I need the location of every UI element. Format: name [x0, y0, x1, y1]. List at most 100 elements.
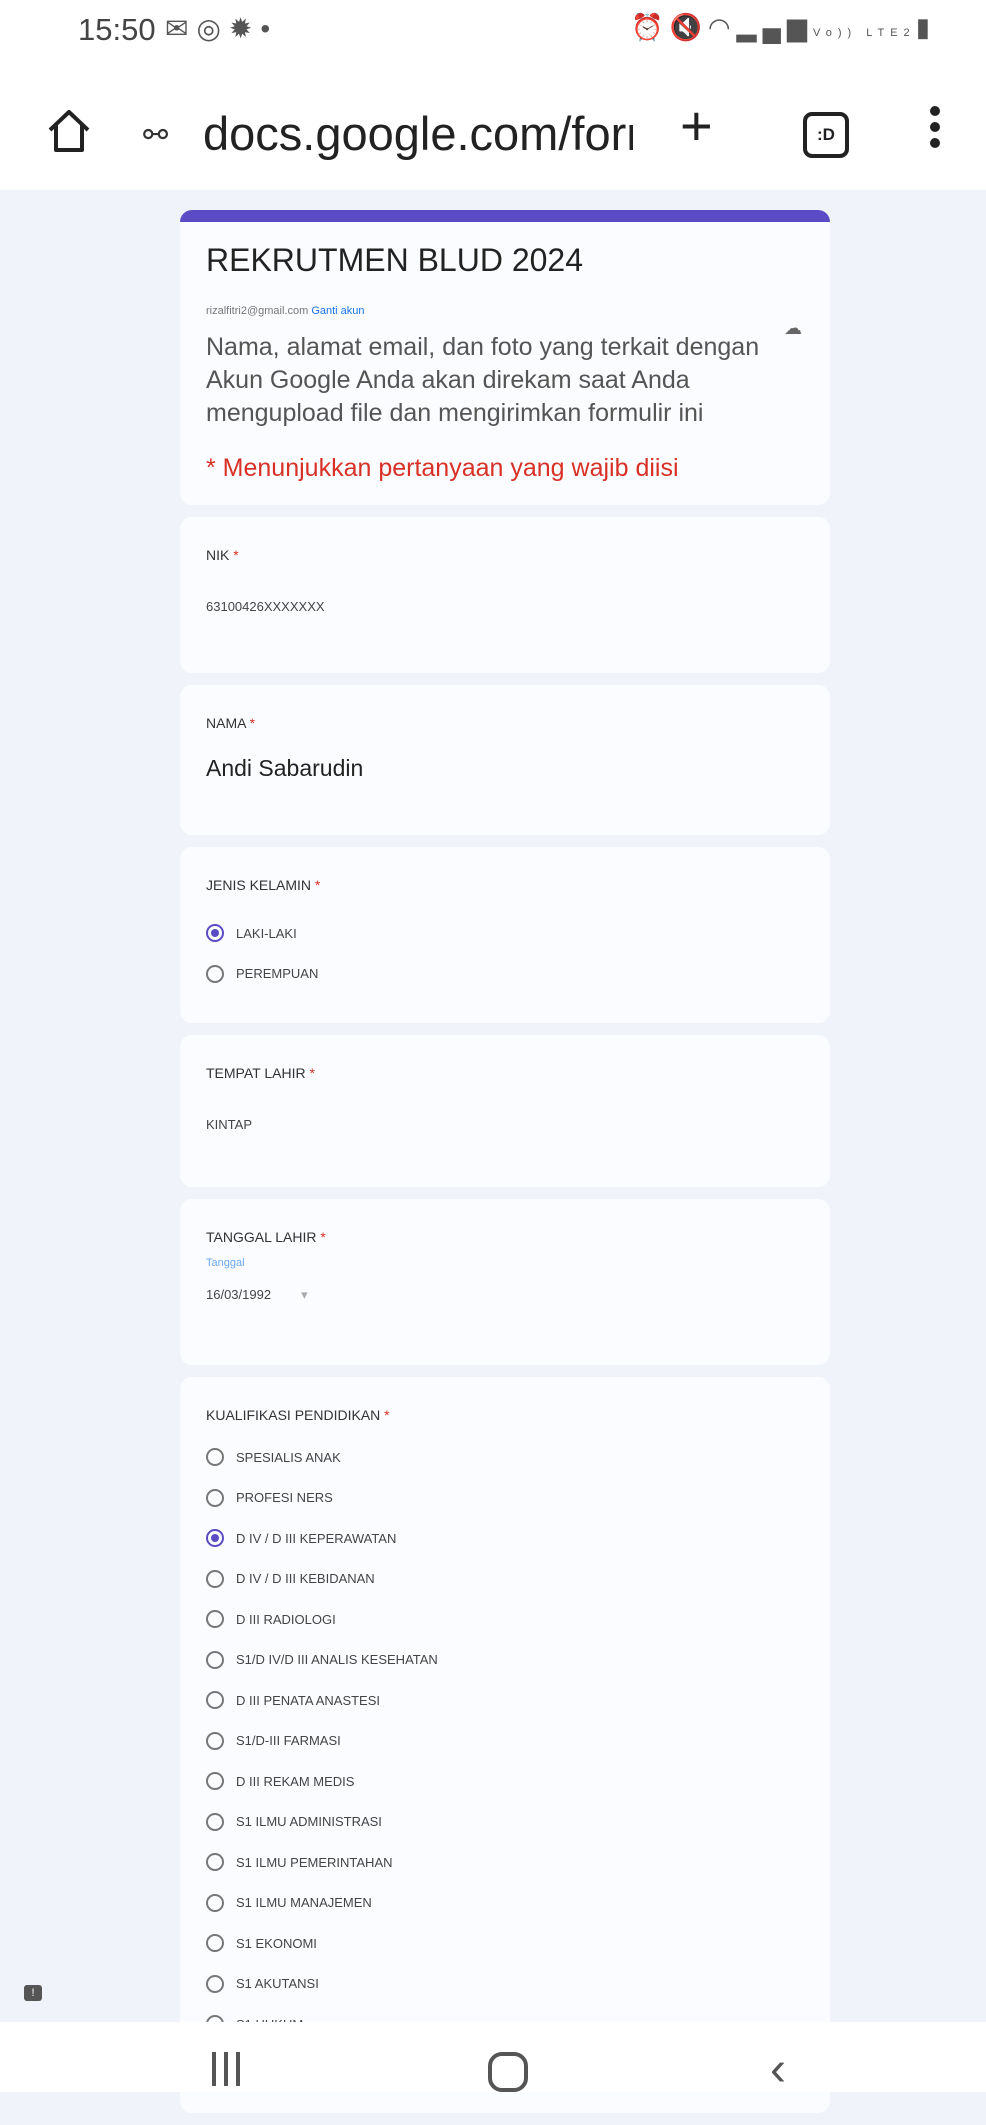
radio-option[interactable]: S1/D IV/D III ANALIS KESEHATAN [206, 1640, 804, 1681]
question-label: NIK * [206, 547, 239, 563]
radio-button[interactable] [206, 964, 224, 983]
radio-button[interactable] [206, 1569, 224, 1588]
radio-label: S1/D-III FARMASI [236, 1733, 341, 1749]
radio-label: S1 ILMU MANAJEMEN [236, 1895, 372, 1911]
radio-button[interactable] [206, 1529, 224, 1548]
question-label: TEMPAT LAHIR * [206, 1065, 315, 1081]
radio-label: SPESIALIS ANAK [236, 1449, 341, 1465]
radio-label: S1/D IV/D III ANALIS KESEHATAN [236, 1652, 438, 1668]
date-caption: Tanggal [206, 1257, 245, 1269]
radio-option[interactable]: D III RADIOLOGI [206, 1599, 804, 1640]
radio-label: S1 ILMU ADMINISTRASI [236, 1814, 382, 1830]
alarm-icon: ⏰ [631, 12, 670, 42]
account-line: rizalfitri2@gmail.com Ganti akun [206, 305, 804, 317]
question-kualifikasi: KUALIFIKASI PENDIDIKAN * SPESIALIS ANAK P… [180, 1377, 830, 2113]
question-label: NAMA * [206, 715, 256, 731]
instagram-icon: ◎ [196, 13, 229, 44]
home-icon[interactable] [44, 106, 94, 156]
battery-icon: ▮ [915, 12, 936, 42]
volte-icon: Vo)) LTE2 [812, 27, 916, 39]
form-header-card: REKRUTMEN BLUD 2024 rizalfitri2@gmail.co… [180, 210, 830, 505]
question-jenis-kelamin: JENIS KELAMIN * LAKI-LAKI PEREMPUAN [180, 847, 830, 1023]
radio-label: D III RADIOLOGI [236, 1611, 336, 1627]
mute-icon: 🔇 [669, 12, 708, 42]
radio-button[interactable] [206, 1893, 224, 1912]
nik-input[interactable]: 63100426XXXXXXX [206, 599, 804, 614]
kualifikasi-options: SPESIALIS ANAK PROFESI NERS D IV / D III K… [206, 1437, 804, 2085]
radio-button[interactable] [206, 1691, 224, 1710]
app-icon: ✹ [228, 13, 261, 44]
switch-account-link[interactable]: Ganti akun [311, 305, 364, 317]
radio-option[interactable]: SPESIALIS ANAK [206, 1437, 804, 1478]
date-input[interactable]: 16/03/1992 ▾ [206, 1287, 804, 1303]
tab-switcher-button[interactable]: :D [803, 112, 849, 158]
radio-label: S1 ILMU PEMERINTAHAN [236, 1854, 393, 1870]
radio-button[interactable] [206, 1934, 224, 1953]
question-label: JENIS KELAMIN * [206, 877, 321, 893]
radio-button[interactable] [206, 1650, 224, 1669]
more-menu-icon[interactable] [925, 102, 945, 162]
radio-label: D III REKAM MEDIS [236, 1773, 355, 1789]
mail-icon: ✉ [165, 13, 197, 44]
required-note: * Menunjukkan pertanyaan yang wajib diis… [206, 454, 679, 482]
radio-option[interactable]: S1 ILMU PEMERINTAHAN [206, 1842, 804, 1883]
system-icons: ⏰🔇◠▂▄▆Vo)) LTE2▮ [631, 12, 936, 43]
radio-option[interactable]: S1 EKONOMI [206, 1923, 804, 1964]
radio-label: S1 AKUTANSI [236, 1976, 319, 1992]
question-tempat-lahir: TEMPAT LAHIR * KINTAP [180, 1035, 830, 1187]
question-label: KUALIFIKASI PENDIDIKAN * [206, 1407, 390, 1423]
radio-option[interactable]: LAKI-LAKI [206, 913, 804, 954]
radio-option[interactable]: S1 ILMU ADMINISTRASI [206, 1802, 804, 1843]
question-nama: NAMA * Andi Sabarudin [180, 685, 830, 835]
question-label: TANGGAL LAHIR * [206, 1229, 326, 1245]
radio-option[interactable]: S1 ILMU MANAJEMEN [206, 1883, 804, 1924]
form-container: REKRUTMEN BLUD 2024 rizalfitri2@gmail.co… [180, 210, 830, 2125]
status-time: 15:50 [78, 12, 156, 47]
radio-button[interactable] [206, 1772, 224, 1791]
radio-option[interactable]: S1/D-III FARMASI [206, 1721, 804, 1762]
privacy-note: Nama, alamat email, dan foto yang terkai… [206, 333, 760, 427]
radio-option[interactable]: PROFESI NERS [206, 1478, 804, 1519]
notification-icons: ✉◎✹• [165, 12, 278, 45]
radio-label: D IV / D III KEPERAWATAN [236, 1530, 397, 1546]
radio-option[interactable]: PEREMPUAN [206, 954, 804, 995]
feedback-icon[interactable]: ! [24, 1985, 42, 2001]
radio-option[interactable]: D IV / D III KEBIDANAN [206, 1559, 804, 1600]
radio-button[interactable] [206, 1853, 224, 1872]
radio-label: S1 EKONOMI [236, 1935, 317, 1951]
url-bar[interactable]: docs.google.com/form [203, 106, 633, 161]
radio-button[interactable] [206, 1448, 224, 1467]
browser-toolbar: ⚯ docs.google.com/form + :D [0, 80, 986, 190]
radio-option[interactable]: D IV / D III KEPERAWATAN [206, 1518, 804, 1559]
radio-label: D IV / D III KEBIDANAN [236, 1571, 375, 1587]
signal-icon: ▂▄▆ [736, 12, 813, 42]
wifi-icon: ◠ [707, 12, 737, 42]
back-button[interactable]: ‹ [770, 2042, 786, 2097]
radio-button[interactable] [206, 924, 224, 943]
form-title: REKRUTMEN BLUD 2024 [206, 242, 583, 278]
nama-input[interactable]: Andi Sabarudin [206, 755, 804, 782]
navigation-bar: ‹ [0, 2022, 986, 2096]
radio-button[interactable] [206, 1812, 224, 1831]
home-button[interactable] [488, 2052, 528, 2092]
dropdown-icon: ▾ [301, 1287, 308, 1302]
question-tanggal-lahir: TANGGAL LAHIR * Tanggal 16/03/1992 ▾ [180, 1199, 830, 1365]
radio-button[interactable] [206, 1731, 224, 1750]
radio-label: PROFESI NERS [236, 1490, 333, 1506]
radio-button[interactable] [206, 1488, 224, 1507]
tempat-lahir-input[interactable]: KINTAP [206, 1117, 804, 1132]
site-settings-icon[interactable]: ⚯ [143, 118, 168, 153]
radio-button[interactable] [206, 1610, 224, 1629]
question-nik: NIK * 63100426XXXXXXX [180, 517, 830, 673]
status-bar: 15:50 ✉◎✹• ⏰🔇◠▂▄▆Vo)) LTE2▮ [0, 0, 986, 80]
account-email: rizalfitri2@gmail.com [206, 305, 309, 317]
radio-option[interactable]: D III REKAM MEDIS [206, 1761, 804, 1802]
radio-button[interactable] [206, 1974, 224, 1993]
cloud-icon: ☁ [784, 318, 802, 338]
radio-option[interactable]: D III PENATA ANASTESI [206, 1680, 804, 1721]
recent-apps-button[interactable] [212, 2052, 252, 2092]
new-tab-button[interactable]: + [680, 98, 713, 154]
dot-icon: • [260, 13, 279, 44]
radio-option[interactable]: S1 AKUTANSI [206, 1964, 804, 2005]
radio-label: D III PENATA ANASTESI [236, 1692, 381, 1708]
